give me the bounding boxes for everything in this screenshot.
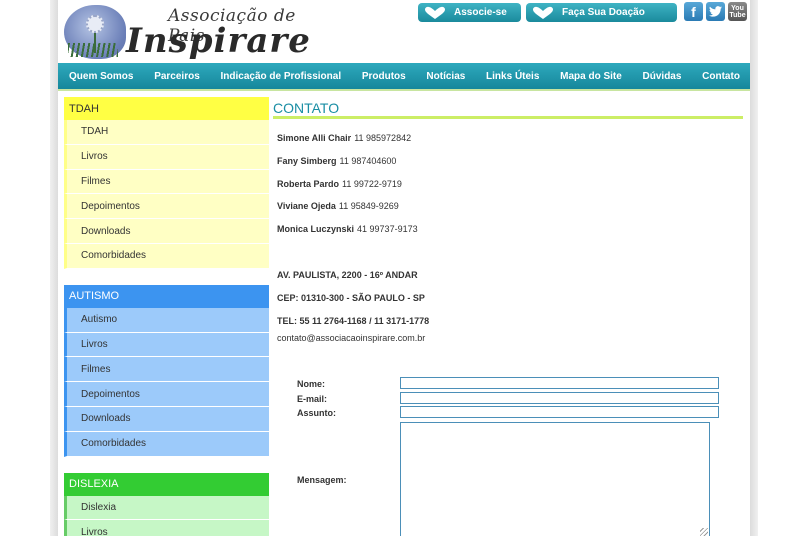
sidebar-item-tdah-filmes[interactable]: Filmes bbox=[64, 169, 269, 195]
faca-sua-doacao-button[interactable]: Faça Sua Doação bbox=[526, 3, 677, 22]
sidebar-section-tdah[interactable]: TDAH bbox=[64, 97, 269, 120]
nav-contato[interactable]: Contato bbox=[702, 71, 740, 82]
youtube-icon[interactable]: You Tube bbox=[728, 2, 747, 21]
sidebar-item-tdah-downloads[interactable]: Downloads bbox=[64, 219, 269, 244]
contact-phone: 11 985972842 bbox=[354, 133, 412, 144]
contact-name: Viviane Ojeda bbox=[277, 201, 336, 212]
page-title: CONTATO bbox=[273, 97, 743, 119]
faca-sua-doacao-label: Faça Sua Doação bbox=[562, 7, 645, 18]
hands-heart-icon bbox=[425, 6, 445, 19]
nome-label: Nome: bbox=[297, 379, 326, 389]
main-nav: Quem Somos Parceiros Indicação de Profis… bbox=[58, 63, 750, 91]
contact-name: Fany Simberg bbox=[277, 156, 337, 167]
mensagem-label: Mensagem: bbox=[297, 475, 347, 485]
sidebar-item-tdah-livros[interactable]: Livros bbox=[64, 144, 269, 170]
email-input[interactable] bbox=[400, 392, 719, 404]
nav-quem-somos[interactable]: Quem Somos bbox=[69, 71, 133, 82]
twitter-bird-icon bbox=[709, 6, 722, 17]
logo-title: Inspirare bbox=[126, 21, 311, 61]
header: Associação de Pais Inspirare Associe-se … bbox=[58, 0, 750, 62]
address-block: AV. PAULISTA, 2200 - 16º ANDAR CEP: 0131… bbox=[273, 263, 743, 344]
nav-noticias[interactable]: Notícias bbox=[426, 71, 465, 82]
sidebar-item-autismo[interactable]: Autismo bbox=[64, 307, 269, 333]
contact-phone: 11 987404600 bbox=[339, 156, 397, 167]
page-shadow-right bbox=[750, 0, 758, 536]
nav-mapa-do-site[interactable]: Mapa do Site bbox=[560, 71, 622, 82]
youtube-text-bottom: Tube bbox=[729, 11, 746, 19]
sidebar-item-autismo-comorbidades[interactable]: Comorbidades bbox=[64, 431, 269, 457]
sidebar-item-dislexia[interactable]: Dislexia bbox=[64, 495, 269, 521]
contact-name: Monica Luczynski bbox=[277, 224, 355, 235]
sidebar-item-tdah-depoimentos[interactable]: Depoimentos bbox=[64, 194, 269, 220]
list-item: Roberta Pardo 11 99722-9719 bbox=[277, 172, 743, 195]
sidebar-item-autismo-depoimentos[interactable]: Depoimentos bbox=[64, 382, 269, 407]
contact-phone: 11 95849-9269 bbox=[338, 201, 399, 212]
nav-produtos[interactable]: Produtos bbox=[362, 71, 406, 82]
nav-parceiros[interactable]: Parceiros bbox=[154, 71, 200, 82]
sidebar-section-autismo[interactable]: AUTISMO bbox=[64, 284, 269, 308]
resize-handle[interactable] bbox=[700, 528, 708, 536]
mensagem-textarea[interactable] bbox=[400, 422, 710, 536]
tel-line: TEL: 55 11 2764-1168 / 11 3171-1778 bbox=[277, 315, 430, 326]
nav-duvidas[interactable]: Dúvidas bbox=[643, 71, 682, 82]
nav-links-uteis[interactable]: Links Úteis bbox=[486, 71, 539, 82]
sidebar-section-dislexia[interactable]: DISLEXIA bbox=[64, 472, 269, 496]
page: Associação de Pais Inspirare Associe-se … bbox=[58, 0, 750, 536]
list-item: Monica Luczynski 41 99737-9173 bbox=[277, 218, 743, 241]
sidebar-item-tdah[interactable]: TDAH bbox=[64, 120, 269, 145]
logo-flower-icon bbox=[64, 5, 126, 59]
page-shadow-left bbox=[50, 0, 58, 536]
sidebar-item-autismo-livros[interactable]: Livros bbox=[64, 332, 269, 358]
sidebar: TDAH TDAH Livros Filmes Depoimentos Down… bbox=[64, 97, 269, 536]
twitter-icon[interactable] bbox=[706, 2, 725, 21]
sidebar-item-autismo-downloads[interactable]: Downloads bbox=[64, 406, 269, 432]
main-content: CONTATO Simone Alli Chair 11 985972842 F… bbox=[273, 97, 743, 536]
contact-name: Simone Alli Chair bbox=[277, 133, 352, 144]
assunto-input[interactable] bbox=[400, 406, 719, 418]
hands-heart-icon bbox=[533, 6, 553, 19]
sidebar-item-autismo-filmes[interactable]: Filmes bbox=[64, 357, 269, 383]
associe-se-label: Associe-se bbox=[454, 7, 507, 18]
email-label: E-mail: bbox=[297, 394, 328, 404]
associe-se-button[interactable]: Associe-se bbox=[418, 3, 521, 22]
youtube-text-top: You bbox=[731, 4, 744, 12]
facebook-icon[interactable]: f bbox=[684, 2, 703, 21]
contact-phone: 11 99722-9719 bbox=[342, 178, 402, 189]
list-item: Simone Alli Chair 11 985972842 bbox=[277, 127, 743, 150]
email-link[interactable]: contato@associacaoinspirare.com.br bbox=[277, 332, 743, 344]
assunto-label: Assunto: bbox=[297, 408, 336, 418]
nav-indicacao-de-profissional[interactable]: Indicação de Profissional bbox=[221, 71, 342, 82]
sidebar-item-dislexia-livros[interactable]: Livros bbox=[64, 520, 269, 536]
nome-input[interactable] bbox=[400, 377, 719, 389]
site-logo[interactable]: Associação de Pais Inspirare bbox=[64, 3, 310, 61]
list-item: Fany Simberg 11 987404600 bbox=[277, 150, 743, 173]
contact-list: Simone Alli Chair 11 985972842 Fany Simb… bbox=[273, 127, 743, 240]
contact-phone: 41 99737-9173 bbox=[357, 224, 418, 235]
sidebar-item-tdah-comorbidades[interactable]: Comorbidades bbox=[64, 243, 269, 269]
list-item: Viviane Ojeda 11 95849-9269 bbox=[277, 195, 743, 218]
address-line: AV. PAULISTA, 2200 - 16º ANDAR bbox=[277, 269, 418, 280]
contact-name: Roberta Pardo bbox=[277, 178, 340, 189]
cep-line: CEP: 01310-300 - SÃO PAULO - SP bbox=[277, 292, 425, 303]
